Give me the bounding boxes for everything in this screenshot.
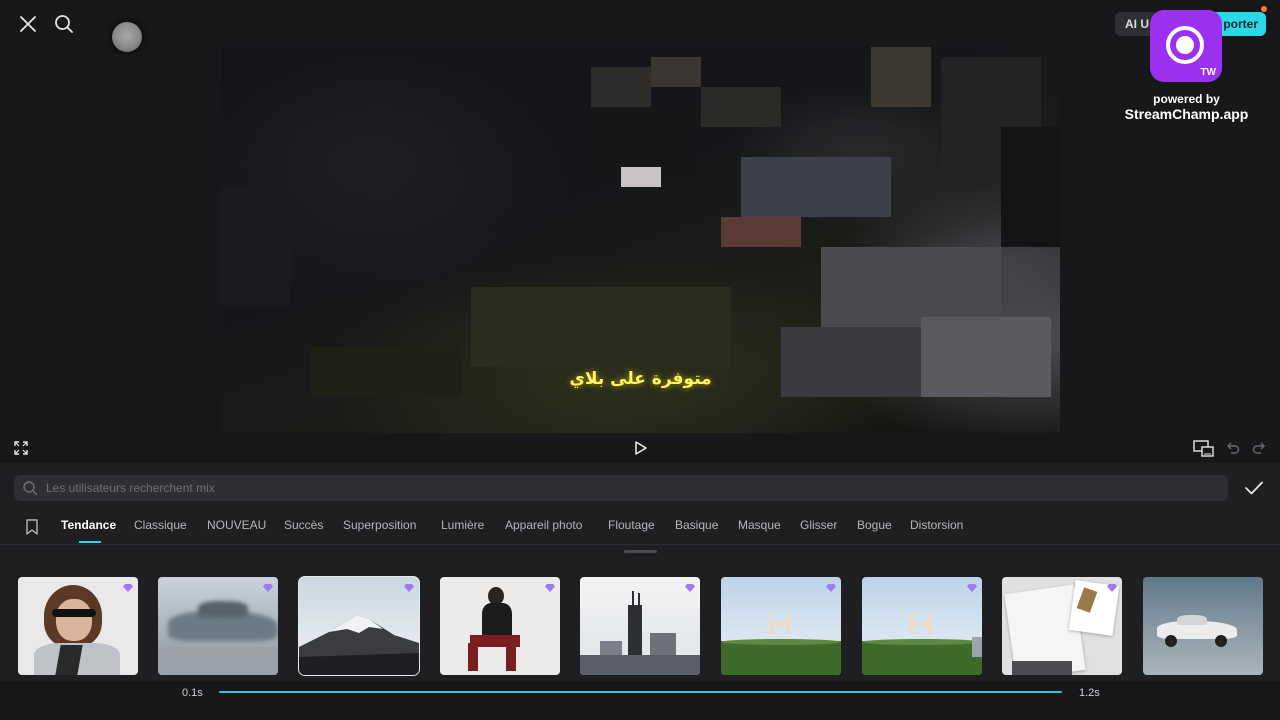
effect-category-tabs: Tendance Classique NOUVEAU Succès Superp…: [0, 513, 1280, 543]
duration-slider[interactable]: [219, 691, 1062, 693]
duration-start-label: 0.1s: [182, 687, 203, 699]
tab-tendance[interactable]: Tendance: [61, 518, 116, 532]
effect-duration-timeline: 0.1s 1.2s: [0, 681, 1280, 720]
crop-compare-icon[interactable]: [1192, 438, 1216, 460]
tab-masque[interactable]: Masque: [738, 518, 781, 532]
pro-diamond-icon: [966, 580, 978, 592]
effect-thumbnail[interactable]: [862, 577, 982, 675]
tab-floutage[interactable]: Floutage: [608, 518, 655, 532]
pro-diamond-icon: [262, 580, 274, 592]
tab-glisser[interactable]: Glisser: [800, 518, 837, 532]
search-icon[interactable]: [50, 10, 78, 38]
pro-diamond-icon: [403, 580, 415, 592]
tab-lumiere[interactable]: Lumière: [441, 518, 484, 532]
watermark-app-name: StreamChamp.app: [1124, 106, 1249, 122]
tab-succes[interactable]: Succès: [284, 518, 323, 532]
video-caption: متوفرة على بلاي: [569, 369, 712, 389]
effect-thumbnail[interactable]: [721, 577, 841, 675]
undo-icon[interactable]: [1224, 438, 1242, 458]
search-icon: [22, 480, 38, 501]
tab-superposition[interactable]: Superposition: [343, 518, 416, 532]
effects-search-input[interactable]: [46, 475, 1216, 501]
record-icon: [1166, 26, 1204, 64]
duration-end-label: 1.2s: [1079, 687, 1100, 699]
top-bar: AI U porter: [0, 0, 1280, 52]
checkmark-icon[interactable]: [1242, 477, 1266, 499]
video-preview[interactable]: متوفرة على بلاي: [221, 47, 1060, 433]
tab-classique[interactable]: Classique: [134, 518, 187, 532]
effect-thumbnail-selected[interactable]: [298, 576, 420, 676]
pro-diamond-icon: [544, 580, 556, 592]
streamchamp-logo: TW: [1150, 10, 1222, 82]
tab-basique[interactable]: Basique: [675, 518, 718, 532]
divider: [0, 544, 1280, 545]
powered-by-label: powered by: [1153, 92, 1220, 106]
effect-thumbnail[interactable]: [1143, 577, 1263, 675]
pro-diamond-icon: [825, 580, 837, 592]
pro-diamond-icon: [122, 580, 134, 592]
fullscreen-icon[interactable]: [10, 438, 32, 458]
redo-icon[interactable]: [1250, 438, 1268, 458]
play-icon[interactable]: [630, 438, 652, 458]
panel-drag-handle[interactable]: [624, 550, 657, 553]
notification-dot: [1261, 6, 1267, 12]
effect-thumbnail[interactable]: [580, 577, 700, 675]
pro-diamond-icon: [1106, 580, 1118, 592]
effects-panel: Tendance Classique NOUVEAU Succès Superp…: [0, 463, 1280, 720]
logo-badge-text: TW: [1200, 67, 1216, 78]
floating-record-dot[interactable]: [112, 22, 146, 52]
effect-thumbnail[interactable]: [158, 577, 278, 675]
effect-thumbnail[interactable]: [18, 577, 138, 675]
tab-distorsion[interactable]: Distorsion: [910, 518, 963, 532]
tab-nouveau[interactable]: NOUVEAU: [207, 518, 266, 532]
effect-thumbnail-row: [0, 576, 1280, 676]
close-icon[interactable]: [14, 10, 42, 38]
effects-search-bar[interactable]: [14, 475, 1228, 501]
active-tab-indicator: [79, 541, 101, 543]
tab-bogue[interactable]: Bogue: [857, 518, 892, 532]
tab-appareil-photo[interactable]: Appareil photo: [505, 518, 582, 532]
effect-thumbnail[interactable]: [440, 577, 560, 675]
bookmark-icon[interactable]: [24, 518, 40, 536]
pro-diamond-icon: [684, 580, 696, 592]
effect-thumbnail[interactable]: [1002, 577, 1122, 675]
